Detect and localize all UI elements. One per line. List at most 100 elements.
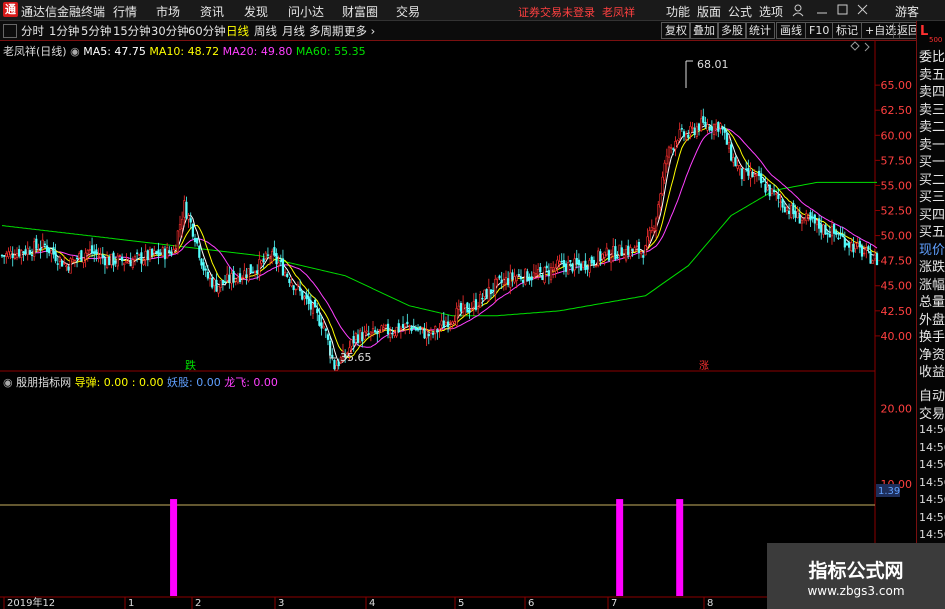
menu-function[interactable]: 功能	[666, 3, 690, 20]
f10-button[interactable]: F10	[805, 22, 834, 39]
guest-label[interactable]: 游客	[895, 3, 919, 20]
candle-body	[502, 279, 505, 285]
candle-body	[727, 142, 731, 149]
candle-body	[172, 249, 175, 254]
period-intraday[interactable]: 分时	[21, 23, 44, 39]
candle-body	[140, 252, 143, 264]
quote-label-7: 买二	[919, 172, 945, 188]
candle-body	[434, 326, 437, 334]
candle-body	[436, 330, 439, 333]
candle-body	[408, 325, 411, 327]
indicator-bar-series	[170, 499, 684, 596]
statistics-button[interactable]: 统计	[745, 22, 775, 39]
close-icon[interactable]	[857, 4, 868, 15]
period-1min[interactable]: 1分钟	[49, 23, 79, 39]
quote-label-13: 涨幅	[919, 277, 945, 293]
draw-line-button[interactable]: 画线	[776, 22, 806, 39]
level-badge[interactable]: L	[920, 24, 928, 39]
toolbar-grid-icon[interactable]	[3, 24, 17, 38]
overlay-button[interactable]: 叠加	[689, 22, 719, 39]
candle-body	[202, 262, 205, 271]
candle-body	[93, 251, 96, 254]
candle-body	[185, 201, 188, 219]
candle-body	[311, 303, 315, 314]
candle-body	[787, 210, 791, 214]
multi-stock-button[interactable]: 多股	[717, 22, 747, 39]
candle-body	[41, 239, 44, 248]
period-5min[interactable]: 5分钟	[81, 23, 111, 39]
mark-button[interactable]: 标记	[832, 22, 862, 39]
candle-body	[747, 168, 750, 176]
candle-body	[826, 232, 829, 235]
restore-rights-button[interactable]: 复权	[661, 22, 691, 39]
candle-body	[678, 129, 681, 140]
stock-period-title: 老凤祥(日线)	[3, 45, 67, 58]
menu-layout[interactable]: 版面	[697, 3, 721, 20]
candle-body	[198, 245, 201, 258]
candle-body	[487, 286, 490, 301]
candle-body	[58, 257, 62, 262]
candle-body	[35, 238, 38, 249]
menu-discover[interactable]: 发现	[244, 3, 268, 20]
candle-body	[148, 249, 152, 260]
indicator-tick-label: 20.00	[881, 403, 913, 416]
menu-wealth[interactable]: 财富圈	[342, 3, 378, 20]
candle-body	[863, 252, 866, 255]
period-daily[interactable]: 日线	[226, 23, 249, 39]
candle-body	[356, 334, 360, 343]
menu-trade[interactable]: 交易	[396, 3, 420, 20]
candle-body	[498, 275, 501, 279]
period-60min[interactable]: 60分钟	[188, 23, 226, 39]
tick-time-3: 14:56	[919, 475, 945, 489]
candle-body	[352, 336, 355, 344]
candle-body	[605, 247, 608, 256]
candle-body	[545, 265, 548, 269]
chart-settings-icons[interactable]	[850, 41, 870, 52]
candle-body	[97, 256, 100, 258]
candle-body	[73, 259, 77, 262]
kline-chart[interactable]: 65.00 62.50 60.00 57.50 55.00 52.50 50.00 47.50…	[0, 40, 916, 609]
settings-dot-icon[interactable]: ◉	[70, 45, 80, 58]
candle-body	[425, 330, 428, 339]
quote-label-10: 买五	[919, 225, 945, 240]
menu-options[interactable]: 选项	[759, 3, 783, 20]
menu-market[interactable]: 市场	[156, 3, 180, 20]
chevron-right-icon: ›	[367, 24, 376, 38]
candle-body	[854, 242, 857, 250]
period-weekly[interactable]: 周线	[254, 23, 277, 39]
period-15min[interactable]: 15分钟	[113, 23, 151, 39]
candle-body	[442, 320, 445, 328]
period-more[interactable]: 更多 ›	[344, 23, 375, 39]
watermark-site: www.zbgs3.com	[807, 584, 905, 598]
candle-body	[459, 303, 463, 312]
candle-body	[365, 330, 368, 333]
candle-body	[286, 273, 289, 277]
candle-body	[105, 257, 109, 269]
candle-body	[528, 277, 531, 281]
menu-quotes[interactable]: 行情	[113, 3, 137, 20]
indicator-legend: ◉ 殷朋指标网 导弹: 0.00 : 0.00 妖股: 0.00 龙飞: 0.0…	[3, 374, 278, 390]
candle-body	[507, 278, 510, 286]
price-tick-label: 47.50	[881, 255, 913, 268]
user-icon[interactable]	[792, 4, 804, 17]
window-controls	[792, 4, 868, 17]
menu-news[interactable]: 资讯	[200, 3, 224, 20]
menu-formula[interactable]: 公式	[728, 3, 752, 20]
period-monthly[interactable]: 月线	[282, 23, 305, 39]
auto-trade-label[interactable]: 自动	[919, 385, 945, 404]
settings-dot-icon[interactable]: ◉	[3, 376, 13, 389]
candle-body	[597, 250, 600, 266]
candle-body	[646, 236, 649, 248]
candle-body	[871, 260, 874, 264]
candle-body	[277, 262, 280, 266]
trade-label[interactable]: 交易	[919, 403, 945, 422]
candle-body	[642, 255, 645, 258]
candle-body	[404, 323, 407, 327]
candle-body	[817, 218, 821, 229]
maximize-icon[interactable]	[837, 4, 848, 15]
period-multi[interactable]: 多周期	[309, 23, 344, 39]
indicator-bar	[616, 499, 624, 596]
period-30min[interactable]: 30分钟	[151, 23, 189, 39]
menu-ask[interactable]: 问小达	[288, 3, 324, 20]
candle-body	[268, 256, 272, 259]
